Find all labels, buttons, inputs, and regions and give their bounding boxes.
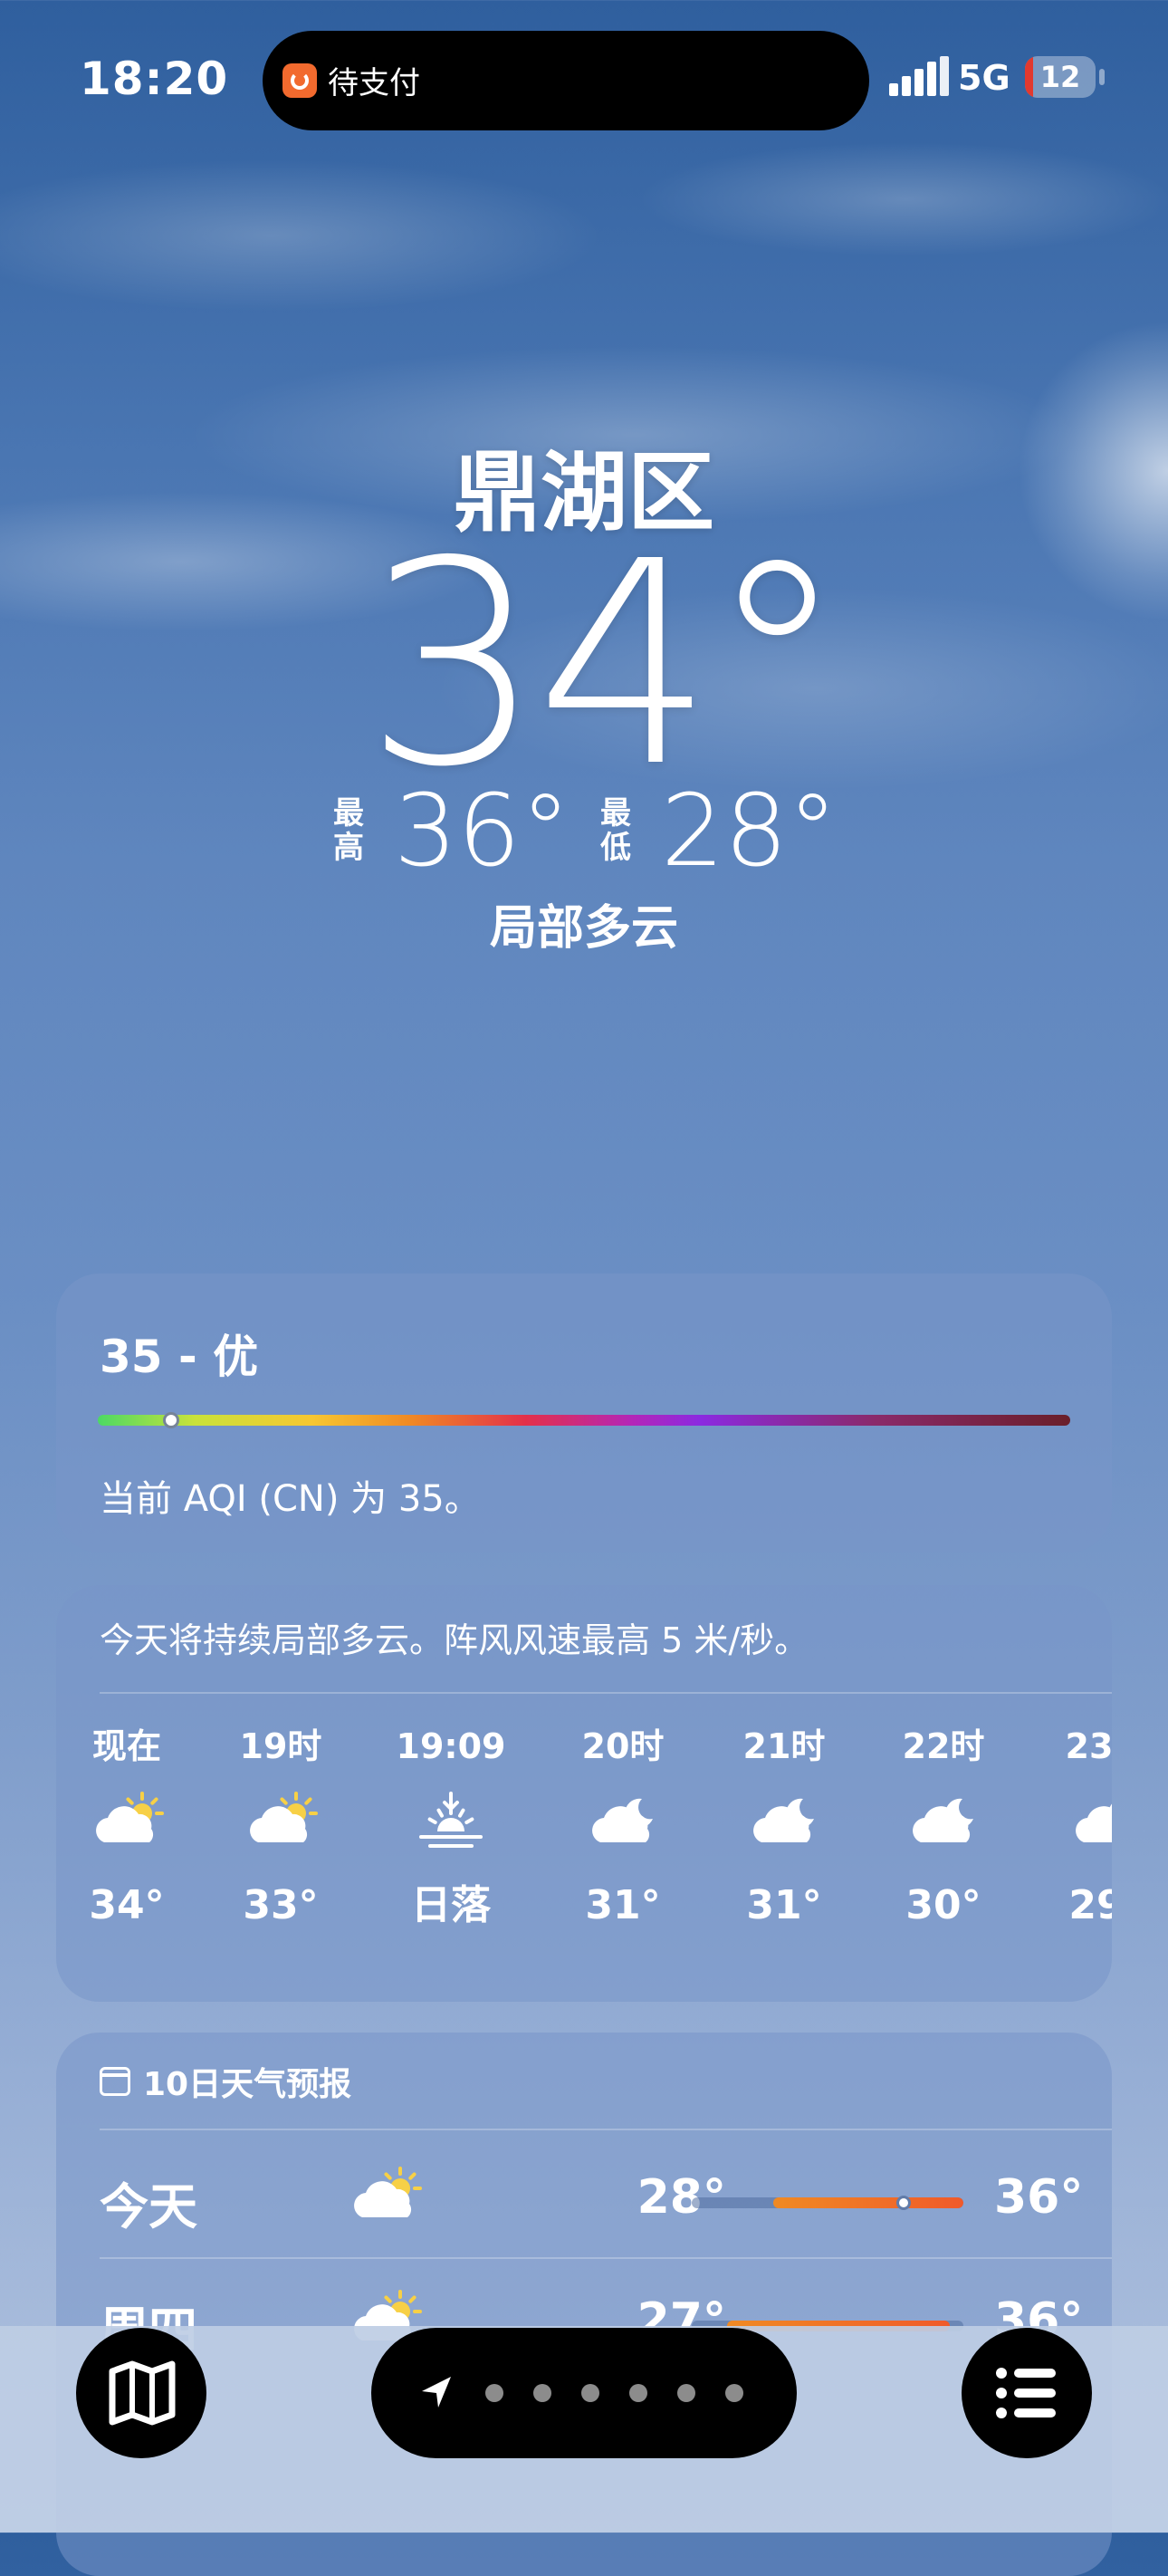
hourly-item: 22时 30° xyxy=(880,1719,1007,1933)
didi-app-icon xyxy=(282,63,317,98)
weather-condition: 局部多云 xyxy=(489,901,678,956)
page-dot[interactable] xyxy=(677,2384,695,2402)
hour-label: 19:09 xyxy=(396,1726,506,1766)
list-icon xyxy=(996,2368,1056,2418)
partly-cloudy-moon-icon xyxy=(880,1773,1007,1873)
hour-temp: 29° xyxy=(1068,1882,1112,1928)
battery-icon: 12 xyxy=(1025,56,1096,98)
hour-temp: 33° xyxy=(243,1882,319,1928)
hour-temp: 日落 xyxy=(411,1882,491,1928)
air-quality-card[interactable]: 35 - 优 当前 AQI (CN) 为 35。 xyxy=(56,1274,1112,1552)
aqi-marker xyxy=(162,1412,179,1428)
partly-cloudy-sun-icon xyxy=(63,1773,190,1873)
daily-row[interactable]: 今天 28° 36° xyxy=(56,2134,1112,2257)
sunset-icon xyxy=(388,1773,514,1873)
aqi-title: 35 - 优 xyxy=(100,1331,259,1383)
partly-cloudy-moon-icon xyxy=(560,1773,686,1873)
current-temp-marker xyxy=(896,2196,911,2210)
high-temp: 36° xyxy=(394,773,570,889)
hourly-item: 21时 31° xyxy=(721,1719,847,1933)
high-low-temps: 最高 36° 最低 28° xyxy=(0,781,1168,880)
map-icon xyxy=(109,2360,176,2426)
page-dot[interactable] xyxy=(581,2384,599,2402)
hour-label: 22时 xyxy=(902,1726,985,1766)
hour-temp: 34° xyxy=(89,1882,165,1928)
hourly-summary: 今天将持续局部多云。阵风风速最高 5 米/秒。 xyxy=(100,1620,809,1660)
location-list-button[interactable] xyxy=(962,2328,1092,2458)
hour-label: 现在 xyxy=(91,1726,161,1766)
map-button[interactable] xyxy=(76,2328,206,2458)
hour-temp: 30° xyxy=(905,1882,981,1928)
battery-tip xyxy=(1099,69,1105,85)
hour-label: 23时 xyxy=(1065,1726,1112,1766)
hourly-forecast-card[interactable]: 今天将持续局部多云。阵风风速最高 5 米/秒。 现在 34° 19时 33° 19:… xyxy=(56,1585,1112,2002)
battery-level: 12 xyxy=(1039,60,1081,94)
dynamic-island[interactable]: 待支付 xyxy=(263,31,869,130)
low-label: 最低 xyxy=(600,795,631,866)
network-type: 5G xyxy=(958,58,1010,98)
status-time: 18:20 xyxy=(80,53,229,105)
day-label: 今天 xyxy=(100,2178,197,2235)
day-high-temp: 36° xyxy=(994,2170,1084,2225)
hour-label: 21时 xyxy=(742,1726,826,1766)
hour-temp: 31° xyxy=(746,1882,822,1928)
current-temperature: 34° xyxy=(364,502,847,829)
ten-day-header: 10日天气预报 xyxy=(100,2058,351,2105)
live-activity-label: 待支付 xyxy=(328,65,420,101)
partly-cloudy-moon-icon xyxy=(1043,1773,1112,1873)
hour-temp: 31° xyxy=(585,1882,661,1928)
temperature-range-bar xyxy=(773,2197,963,2208)
low-temp: 28° xyxy=(661,773,838,889)
hourly-item: 20时 31° xyxy=(560,1719,686,1933)
hourly-item: 19时 33° xyxy=(217,1719,344,1933)
partly-cloudy-sun-icon xyxy=(344,2161,435,2234)
divider xyxy=(100,2129,1112,2130)
aqi-description: 当前 AQI (CN) 为 35。 xyxy=(100,1478,481,1520)
aqi-scale-bar xyxy=(98,1415,1070,1426)
hour-label: 19时 xyxy=(239,1726,322,1766)
hourly-item: 23时 29° xyxy=(1043,1719,1112,1933)
cellular-signal-icon xyxy=(889,56,949,96)
divider xyxy=(100,1692,1112,1694)
hourly-item: 现在 34° xyxy=(63,1719,190,1933)
page-dot[interactable] xyxy=(725,2384,743,2402)
hour-label: 20时 xyxy=(581,1726,665,1766)
location-arrow-icon xyxy=(422,2377,451,2408)
hourly-scroller[interactable]: 现在 34° 19时 33° 19:09 日落 20时 31° 21时 31° 22时 3… xyxy=(56,1719,1112,1991)
high-label: 最高 xyxy=(333,795,365,866)
ten-day-title: 10日天气预报 xyxy=(143,2066,352,2103)
temperature-range-track xyxy=(692,2197,963,2208)
page-dot[interactable] xyxy=(629,2384,647,2402)
partly-cloudy-moon-icon xyxy=(721,1773,847,1873)
page-dot[interactable] xyxy=(533,2384,551,2402)
location-pager[interactable] xyxy=(371,2328,797,2458)
hourly-item: 19:09 日落 xyxy=(388,1719,514,1933)
page-dot[interactable] xyxy=(485,2384,503,2402)
calendar-icon xyxy=(100,2067,130,2096)
partly-cloudy-sun-icon xyxy=(217,1773,344,1873)
